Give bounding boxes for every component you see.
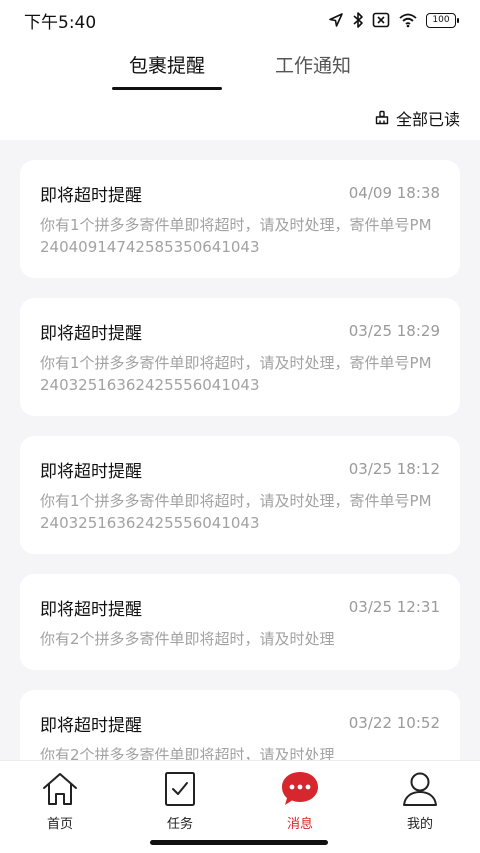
- message-body: 你有1个拼多多寄件单即将超时，请及时处理，寄件单号PM2403251636242…: [40, 354, 432, 394]
- message-body: 你有2个拼多多寄件单即将超时，请及时处理: [40, 630, 335, 648]
- bluetooth-icon: [353, 12, 363, 28]
- status-bar: 下午5:40 100: [0, 0, 480, 40]
- message-bubble-icon: [280, 769, 320, 809]
- message-time: 03/25 18:12: [348, 460, 440, 478]
- message-time: 04/09 18:38: [348, 184, 440, 202]
- tab-work-notice[interactable]: 工作通知: [268, 52, 358, 92]
- status-icons: 100: [328, 11, 459, 29]
- message-list: 即将超时提醒 04/09 18:38 你有1个拼多多寄件单即将超时，请及时处理，…: [20, 160, 460, 760]
- location-arrow-icon: [329, 13, 343, 27]
- screen: 下午5:40 100 包裹提醒 工作通知 全部已读 即将超时提醒 04/09 1…: [0, 0, 480, 853]
- message-time: 03/25 12:31: [348, 598, 440, 616]
- nav-item-mine[interactable]: 我的: [360, 769, 480, 839]
- nav-item-task[interactable]: 任务: [120, 769, 240, 839]
- broom-icon: [375, 110, 389, 125]
- message-title: 即将超时提醒: [40, 715, 142, 736]
- home-indicator[interactable]: [150, 840, 328, 845]
- message-time: 03/25 18:29: [348, 322, 440, 340]
- tab-bar: 包裹提醒 工作通知: [0, 52, 480, 92]
- message-title: 即将超时提醒: [40, 185, 142, 206]
- tab-package-reminder[interactable]: 包裹提醒: [112, 52, 222, 92]
- header: 包裹提醒 工作通知 全部已读: [0, 40, 480, 140]
- message-card-header: 即将超时提醒 03/22 10:52: [40, 710, 440, 736]
- no-sim-icon: [372, 12, 390, 28]
- message-title: 即将超时提醒: [40, 461, 142, 482]
- task-check-icon: [160, 769, 200, 809]
- message-card[interactable]: 即将超时提醒 03/25 18:12 你有1个拼多多寄件单即将超时，请及时处理，…: [20, 436, 460, 554]
- message-card[interactable]: 即将超时提醒 04/09 18:38 你有1个拼多多寄件单即将超时，请及时处理，…: [20, 160, 460, 278]
- battery-icon: 100: [426, 12, 459, 28]
- status-time: 下午5:40: [24, 12, 97, 33]
- message-card-header: 即将超时提醒 03/25 12:31: [40, 594, 440, 620]
- wifi-icon: [399, 13, 417, 28]
- nav-label-task: 任务: [166, 817, 193, 832]
- nav-label-home: 首页: [46, 817, 73, 832]
- message-title: 即将超时提醒: [40, 599, 142, 620]
- message-card[interactable]: 即将超时提醒 03/25 12:31 你有2个拼多多寄件单即将超时，请及时处理: [20, 574, 460, 670]
- message-card[interactable]: 即将超时提醒 03/22 10:52 你有2个拼多多寄件单即将超时，请及时处理: [20, 690, 460, 760]
- message-body: 你有2个拼多多寄件单即将超时，请及时处理: [40, 746, 335, 760]
- message-card-header: 即将超时提醒 04/09 18:38: [40, 180, 440, 206]
- nav-item-home[interactable]: 首页: [0, 769, 120, 839]
- message-title: 即将超时提醒: [40, 323, 142, 344]
- message-card[interactable]: 即将超时提醒 03/25 18:29 你有1个拼多多寄件单即将超时，请及时处理，…: [20, 298, 460, 416]
- nav-label-message: 消息: [286, 817, 313, 832]
- mark-all-read-label: 全部已读: [395, 110, 460, 129]
- nav-label-mine: 我的: [406, 817, 433, 832]
- mark-all-read-button[interactable]: 全部已读: [374, 106, 460, 130]
- message-card-header: 即将超时提醒 03/25 18:12: [40, 456, 440, 482]
- message-body: 你有1个拼多多寄件单即将超时，请及时处理，寄件单号PM2403251636242…: [40, 492, 432, 532]
- home-icon: [40, 769, 80, 809]
- message-card-header: 即将超时提醒 03/25 18:29: [40, 318, 440, 344]
- message-time: 03/22 10:52: [348, 714, 440, 732]
- message-body: 你有1个拼多多寄件单即将超时，请及时处理，寄件单号PM2404091474258…: [40, 216, 432, 256]
- user-icon: [400, 769, 440, 809]
- nav-item-message[interactable]: 消息: [240, 769, 360, 839]
